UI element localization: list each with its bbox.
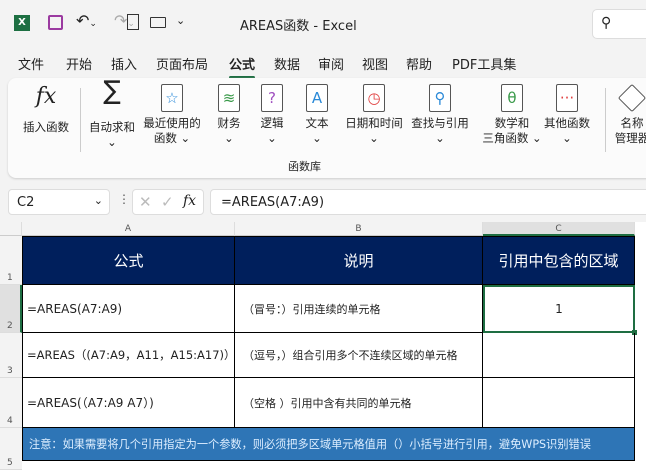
group-label: 函数库: [288, 160, 321, 173]
sigma-icon: ∑: [103, 76, 121, 106]
tab-file[interactable]: 文件: [18, 54, 44, 73]
name-manager-icon: [617, 83, 646, 113]
tab-help[interactable]: 帮助: [406, 54, 432, 73]
cell-a2[interactable]: =AREAS(A7:A9): [22, 285, 235, 333]
row-header-1[interactable]: 1: [0, 236, 22, 285]
cell-b3[interactable]: （逗号，）组合引用多个不连续区域的单元格: [235, 333, 483, 378]
name-box[interactable]: C2 ⌄: [8, 189, 110, 215]
cell-c4[interactable]: [483, 378, 635, 428]
date-time-button[interactable]: ◷ 日期和时间 ⌄: [342, 84, 406, 146]
star-book-icon: ☆: [161, 84, 183, 112]
more-functions-button[interactable]: ··· 其他函数 ⌄: [540, 84, 594, 146]
save-icon[interactable]: [48, 15, 63, 30]
tab-view[interactable]: 视图: [362, 54, 388, 73]
text-button[interactable]: A 文本 ⌄: [298, 84, 336, 146]
search-icon: ⚲: [601, 15, 612, 31]
fx-icon[interactable]: fx: [183, 193, 196, 209]
tab-pdf-tools[interactable]: PDF工具集: [452, 54, 516, 73]
new-file-icon[interactable]: [127, 14, 139, 30]
excel-logo: X: [14, 15, 30, 31]
clock-book-icon: ◷: [363, 84, 385, 112]
column-header-b[interactable]: B: [235, 222, 483, 236]
enter-icon[interactable]: ✓: [161, 193, 174, 211]
name-manager-button[interactable]: 名称 管理器: [612, 83, 646, 146]
separator: [80, 88, 81, 152]
lookup-reference-button[interactable]: ⚲ 查找与引用 ⌄: [408, 84, 472, 146]
tab-home[interactable]: 开始: [66, 54, 92, 73]
recently-used-button[interactable]: ☆ 最近使用的 函数 ⌄: [140, 84, 204, 146]
finance-book-icon: ≋: [218, 84, 240, 112]
cell-c1[interactable]: 引用中包含的区域: [483, 236, 635, 285]
cell-a1[interactable]: 公式: [22, 236, 235, 285]
insert-function-button[interactable]: fx 插入函数: [20, 84, 72, 135]
separator: [605, 88, 606, 152]
cell-c2[interactable]: 1: [483, 285, 635, 333]
formula-input[interactable]: =AREAS(A7:A9): [210, 189, 646, 215]
cell-b1[interactable]: 说明: [235, 236, 483, 285]
spreadsheet-grid: A B C 1 2 3 4 5 公式 说明 引用中包含的区域 =AREAS(A7…: [0, 222, 646, 470]
tab-page-layout[interactable]: 页面布局: [156, 54, 208, 73]
cell-b4[interactable]: （空格 ）引用中含有共同的单元格: [235, 378, 483, 428]
cell-a3[interactable]: =AREAS（(A7:A9，A11，A15:A17)）: [22, 333, 235, 378]
theta-book-icon: θ: [501, 84, 523, 112]
column-header-a[interactable]: A: [22, 222, 235, 236]
customize-icon[interactable]: ⌄: [176, 14, 185, 27]
title-bar: X ↶⌄ ↷⌄ ⌄ AREAS函数 - Excel ⚲: [0, 0, 646, 45]
tab-formulas[interactable]: 公式: [229, 54, 256, 79]
cell-b2[interactable]: （冒号：）引用连续的单元格: [235, 285, 483, 333]
cell-c3[interactable]: [483, 333, 635, 378]
cell-a4[interactable]: =AREAS(（A7:A9 A7）): [22, 378, 235, 428]
fx-icon: fx: [35, 84, 57, 109]
ribbon-tabs: 文件 开始 插入 页面布局 公式 数据 审阅 视图 帮助 PDF工具集: [0, 50, 646, 79]
row-header-4[interactable]: 4: [0, 378, 22, 428]
search-box[interactable]: ⚲: [592, 9, 646, 39]
row-header-5[interactable]: 5: [0, 428, 22, 470]
text-book-icon: A: [306, 84, 328, 112]
tab-data[interactable]: 数据: [274, 54, 300, 73]
formula-buttons: ✕ ✓ fx: [132, 189, 204, 215]
chevron-down-icon[interactable]: ⌄: [94, 194, 103, 207]
ribbon-panel: fx 插入函数 ∑ 自动求和 ⌄ ☆ 最近使用的 函数 ⌄ ≋ 财务 ⌄ ? 逻辑 ⌄ A 文本 ⌄ …: [8, 78, 646, 178]
column-header-c[interactable]: C: [483, 222, 635, 236]
window-title: AREAS函数 - Excel: [240, 19, 357, 34]
more-book-icon: ···: [556, 84, 578, 112]
note-cell-a5[interactable]: 注意：如果需要将几个引用指定为一个参数，则必须把多区域单元格值用（）小括号进行引…: [22, 428, 635, 461]
autosum-button[interactable]: ∑ 自动求和 ⌄: [86, 76, 138, 150]
open-folder-icon[interactable]: [150, 17, 166, 28]
row-header-3[interactable]: 3: [0, 333, 22, 378]
tab-insert[interactable]: 插入: [111, 54, 137, 73]
tab-review[interactable]: 审阅: [318, 54, 344, 73]
undo-icon[interactable]: ↶⌄: [76, 11, 97, 30]
logical-button[interactable]: ? 逻辑 ⌄: [253, 84, 291, 146]
financial-button[interactable]: ≋ 财务 ⌄: [210, 84, 248, 146]
more-icon[interactable]: ⋮: [118, 192, 130, 206]
row-header-2[interactable]: 2: [0, 285, 22, 333]
math-trig-button[interactable]: θ 数学和 三角函数 ⌄: [480, 84, 544, 146]
lookup-book-icon: ⚲: [429, 84, 451, 112]
select-all[interactable]: [0, 222, 22, 236]
cancel-icon[interactable]: ✕: [139, 193, 152, 211]
logic-book-icon: ?: [261, 84, 283, 112]
